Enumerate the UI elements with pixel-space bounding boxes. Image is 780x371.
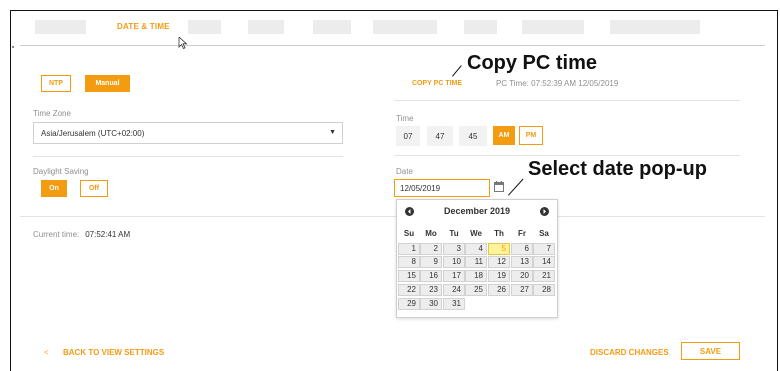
tab-placeholder[interactable] [35, 20, 86, 34]
daylight-off-button[interactable]: Off [80, 180, 108, 197]
mouse-cursor-icon [178, 37, 188, 49]
calendar-day[interactable]: 12 [488, 256, 510, 268]
annotation-copy-pc-time: Copy PC time [467, 52, 598, 74]
marker-dot [12, 46, 14, 48]
annotation-select-date-popup: Select date pop-up [528, 158, 707, 180]
manual-button[interactable]: Manual [85, 75, 130, 92]
time-label: Time [396, 114, 414, 123]
calendar-header: December 2019 [397, 204, 557, 218]
tab-date-time[interactable]: DATE & TIME [117, 22, 170, 31]
divider [394, 100, 740, 101]
calendar-day[interactable]: 2 [420, 243, 442, 255]
weekday-header: Fr [518, 229, 526, 238]
tab-placeholder[interactable] [313, 20, 351, 34]
calendar-day[interactable]: 14 [533, 256, 555, 268]
weekday-header: Tu [449, 229, 459, 238]
chevron-down-icon: ▼ [329, 129, 336, 136]
divider [33, 156, 343, 157]
minutes-field[interactable]: 47 [427, 126, 453, 146]
tab-placeholder[interactable] [522, 20, 584, 34]
calendar-day[interactable]: 3 [443, 243, 465, 255]
hours-field[interactable]: 07 [396, 126, 420, 146]
tab-placeholder[interactable] [464, 20, 497, 34]
seconds-field[interactable]: 45 [459, 126, 487, 146]
calendar-day[interactable]: 31 [443, 298, 465, 310]
tab-placeholder[interactable] [248, 20, 284, 34]
tab-placeholder[interactable] [610, 20, 700, 34]
tab-placeholder[interactable] [188, 20, 221, 34]
calendar-day[interactable]: 30 [420, 298, 442, 310]
calendar-day[interactable]: 28 [533, 284, 555, 296]
calendar-day[interactable]: 11 [465, 256, 487, 268]
discard-changes-button[interactable]: DISCARD CHANGES [590, 348, 669, 357]
copy-pc-time-button[interactable]: COPY PC TIME [412, 80, 462, 87]
calendar-day[interactable]: 13 [511, 256, 533, 268]
weekday-header: We [470, 229, 482, 238]
date-input[interactable]: 12/05/2019 [394, 179, 490, 197]
pc-time-text: PC Time: 07:52:39 AM 12/05/2019 [496, 79, 619, 88]
current-time-label: Current time: [33, 230, 80, 239]
section-divider [20, 216, 765, 217]
calendar-day[interactable]: 19 [488, 270, 510, 282]
calendar-day[interactable]: 25 [465, 284, 487, 296]
calendar-day[interactable]: 18 [465, 270, 487, 282]
calendar-day[interactable]: 15 [398, 270, 420, 282]
calendar-day[interactable]: 27 [511, 284, 533, 296]
daylight-saving-label: Daylight Saving [33, 167, 89, 176]
time-zone-value: Asia/Jerusalem (UTC+02:00) [41, 128, 145, 138]
current-time-value: 07:52:41 AM [85, 230, 131, 239]
am-button[interactable]: AM [493, 126, 515, 145]
calendar-day[interactable]: 17 [443, 270, 465, 282]
calendar-day[interactable]: 4 [465, 243, 487, 255]
calendar-day[interactable]: 20 [511, 270, 533, 282]
daylight-on-button[interactable]: On [41, 180, 67, 197]
weekday-header: Th [494, 229, 504, 238]
calendar-day[interactable]: 24 [443, 284, 465, 296]
time-zone-select[interactable]: Asia/Jerusalem (UTC+02:00) ▼ [33, 122, 343, 144]
calendar-month-title: December 2019 [443, 206, 511, 216]
calendar-day[interactable]: 10 [443, 256, 465, 268]
calendar-day[interactable]: 16 [420, 270, 442, 282]
calendar-day[interactable]: 26 [488, 284, 510, 296]
divider [394, 155, 740, 156]
calendar-icon[interactable] [494, 181, 504, 192]
calendar-day[interactable]: 21 [533, 270, 555, 282]
tab-placeholder[interactable] [373, 20, 437, 34]
calendar-day[interactable]: 23 [420, 284, 442, 296]
weekday-header: Su [403, 229, 415, 238]
weekday-header: Mo [425, 229, 437, 238]
calendar-day[interactable]: 6 [511, 243, 533, 255]
weekday-header: Sa [539, 229, 549, 238]
calendar-day-selected[interactable]: 5 [488, 243, 510, 255]
save-button[interactable]: SAVE [681, 342, 740, 360]
current-time: Current time: 07:52:41 AM [33, 230, 130, 239]
back-icon[interactable]: < [44, 348, 49, 357]
tab-bar: DATE & TIME [20, 20, 765, 46]
next-month-icon[interactable] [539, 206, 550, 217]
date-label: Date [396, 167, 413, 176]
back-to-view-settings-link[interactable]: BACK TO VIEW SETTINGS [63, 348, 164, 357]
calendar-day[interactable]: 9 [420, 256, 442, 268]
calendar-day[interactable]: 8 [398, 256, 420, 268]
ntp-button[interactable]: NTP [41, 75, 71, 92]
calendar-day[interactable]: 7 [533, 243, 555, 255]
calendar-day[interactable]: 1 [398, 243, 420, 255]
time-zone-label: Time Zone [33, 109, 71, 118]
calendar-day[interactable]: 29 [398, 298, 420, 310]
pm-button[interactable]: PM [519, 126, 543, 145]
calendar-day[interactable]: 22 [398, 284, 420, 296]
